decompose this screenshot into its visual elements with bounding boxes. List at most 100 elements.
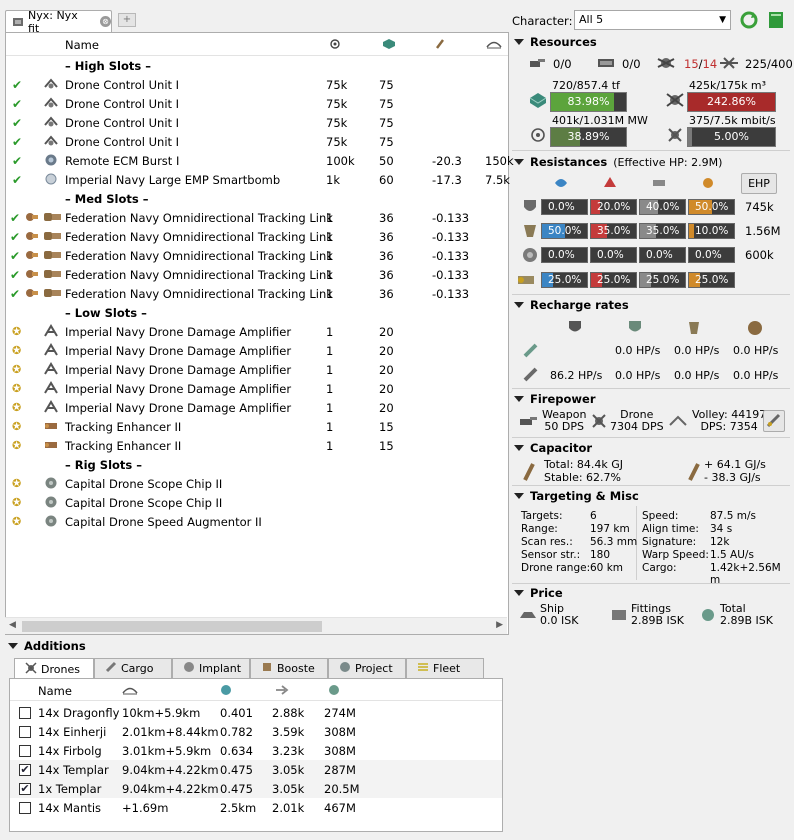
damage-pattern-button[interactable] bbox=[763, 410, 785, 432]
passive-state-icon[interactable]: ✪ bbox=[12, 382, 21, 395]
module-row[interactable]: ✔ Federation Navy Omnidirectional Trackin… bbox=[6, 284, 508, 303]
active-state-icon[interactable]: ✔ bbox=[10, 211, 20, 225]
tab-nyx-fit[interactable]: Nyx: Nyx fit ⊗ bbox=[5, 9, 112, 35]
firepower-section-title[interactable]: Firepower bbox=[514, 392, 596, 406]
scroll-left-arrow-icon[interactable]: ◀ bbox=[9, 620, 16, 630]
active-state-icon[interactable]: ✔ bbox=[12, 135, 22, 149]
tab-cargo[interactable]: Cargo bbox=[94, 658, 172, 678]
ehp-toggle-button[interactable]: EHP bbox=[741, 173, 777, 194]
module-row[interactable]: ✪ Imperial Navy Drone Damage Amplifier 1 20 bbox=[6, 360, 508, 379]
horizontal-scrollbar[interactable]: ◀ ▶ bbox=[5, 617, 507, 634]
resist-value: 0.0% bbox=[597, 249, 624, 261]
passive-state-icon[interactable]: ✪ bbox=[12, 401, 21, 414]
drone-row[interactable]: ✔ 14x Templar 9.04km+4.22km 0.475 3.05k 287M bbox=[10, 760, 502, 779]
module-row[interactable]: ✔ Drone Control Unit I 75k 75 bbox=[6, 94, 508, 113]
slot-header[interactable]: – Med Slots – bbox=[6, 189, 508, 208]
powergrid-column-icon[interactable] bbox=[382, 38, 396, 50]
module-row[interactable]: ✔ Drone Control Unit I 75k 75 bbox=[6, 75, 508, 94]
active-state-icon[interactable]: ✔ bbox=[10, 268, 20, 282]
passive-state-icon[interactable]: ✪ bbox=[12, 477, 21, 490]
skills-book-icon[interactable] bbox=[766, 10, 786, 33]
resistances-section-title[interactable]: Resistances (Effective HP: 2.9M) bbox=[514, 155, 722, 169]
drone-active-checkbox[interactable] bbox=[19, 726, 31, 738]
drone-active-checkbox[interactable] bbox=[19, 707, 31, 719]
module-row[interactable]: ✔ Remote ECM Burst I 100k 50 -20.3 150k bbox=[6, 151, 514, 170]
module-row[interactable]: ✪ Imperial Navy Drone Damage Amplifier 1 20 bbox=[6, 341, 508, 360]
drone-dps-column-icon[interactable] bbox=[275, 684, 291, 699]
active-state-icon[interactable]: ✔ bbox=[10, 249, 20, 263]
module-powergrid: 60 bbox=[379, 173, 394, 187]
drone-row[interactable]: 14x Einherji 2.01km+8.44km 0.782 3.59k 308M bbox=[10, 722, 502, 741]
passive-state-icon[interactable]: ✪ bbox=[12, 363, 21, 376]
hull-repair-icon bbox=[746, 319, 764, 340]
drone-active-checkbox[interactable] bbox=[19, 745, 31, 757]
drone-price-column-icon[interactable] bbox=[327, 684, 341, 699]
add-tab-button[interactable]: + bbox=[118, 13, 136, 27]
module-row[interactable]: ✪ Tracking Enhancer II 1 15 bbox=[6, 417, 508, 436]
module-row[interactable]: ✪ Imperial Navy Drone Damage Amplifier 1 20 bbox=[6, 322, 508, 341]
module-row[interactable]: ✪ Imperial Navy Drone Damage Amplifier 1 20 bbox=[6, 398, 508, 417]
resources-section-title[interactable]: Resources bbox=[514, 35, 597, 49]
tab-project[interactable]: Project bbox=[328, 658, 406, 678]
module-row[interactable]: ✪ Capital Drone Scope Chip II bbox=[6, 493, 508, 512]
tab-fleet[interactable]: Fleet bbox=[406, 658, 484, 678]
module-row[interactable]: ✔ Imperial Navy Large EMP Smartbomb 1k 60 -1… bbox=[6, 170, 510, 189]
module-row[interactable]: ✔ Federation Navy Omnidirectional Trackin… bbox=[6, 208, 508, 227]
capacitor-section-title[interactable]: Capacitor bbox=[514, 441, 592, 455]
resist-cell: 35.0% bbox=[590, 223, 637, 239]
scroll-right-arrow-icon[interactable]: ▶ bbox=[496, 620, 503, 630]
passive-state-icon[interactable]: ✪ bbox=[12, 439, 21, 452]
passive-state-icon[interactable]: ✪ bbox=[12, 515, 21, 528]
module-row[interactable]: ✪ Capital Drone Scope Chip II bbox=[6, 474, 508, 493]
active-state-icon[interactable]: ✔ bbox=[12, 116, 22, 130]
drone-active-checkbox[interactable]: ✔ bbox=[19, 783, 31, 795]
close-tab-icon[interactable]: ⊗ bbox=[100, 16, 111, 27]
price-section-title[interactable]: Price bbox=[514, 586, 563, 600]
module-row[interactable]: ✪ Capital Drone Speed Augmentor II bbox=[6, 512, 508, 531]
damage-amplifier-icon bbox=[43, 324, 59, 341]
character-select[interactable]: All 5 ▼ bbox=[574, 10, 731, 30]
drone-row[interactable]: 14x Firbolg 3.01km+5.9km 0.634 3.23k 308M bbox=[10, 741, 502, 760]
recharge-section-title[interactable]: Recharge rates bbox=[514, 298, 629, 312]
passive-state-icon[interactable]: ✪ bbox=[12, 420, 21, 433]
module-row[interactable]: ✪ Imperial Navy Drone Damage Amplifier 1 20 bbox=[6, 379, 508, 398]
tab-implant[interactable]: Implant bbox=[172, 658, 250, 678]
drone-row[interactable]: 14x Mantis +1.69m 2.5km 2.01k 467M bbox=[10, 798, 502, 817]
drone-active-checkbox[interactable] bbox=[19, 802, 31, 814]
refresh-icon[interactable] bbox=[739, 10, 759, 33]
cpu-column-icon[interactable] bbox=[329, 38, 341, 50]
slot-header[interactable]: – High Slots – bbox=[6, 56, 508, 75]
active-state-icon[interactable]: ✔ bbox=[12, 97, 22, 111]
column-name[interactable]: Name bbox=[65, 38, 99, 52]
active-state-icon[interactable]: ✔ bbox=[10, 230, 20, 244]
module-row[interactable]: ✔ Drone Control Unit I 75k 75 bbox=[6, 113, 508, 132]
drone-row[interactable]: 14x Dragonfly 10km+5.9km 0.401 2.88k 274M bbox=[10, 703, 502, 722]
module-row[interactable]: ✔ Federation Navy Omnidirectional Trackin… bbox=[6, 227, 508, 246]
slot-header[interactable]: – Rig Slots – bbox=[6, 455, 508, 474]
module-row[interactable]: ✔ Drone Control Unit I 75k 75 bbox=[6, 132, 508, 151]
passive-state-icon[interactable]: ✪ bbox=[12, 325, 21, 338]
module-row[interactable]: ✔ Federation Navy Omnidirectional Trackin… bbox=[6, 246, 508, 265]
capacitor-column-icon[interactable] bbox=[434, 38, 446, 50]
module-row[interactable]: ✔ Federation Navy Omnidirectional Trackin… bbox=[6, 265, 508, 284]
active-state-icon[interactable]: ✔ bbox=[12, 78, 22, 92]
module-row[interactable]: ✪ Tracking Enhancer II 1 15 bbox=[6, 436, 508, 455]
tracking-link-icon bbox=[43, 229, 63, 246]
drone-active-checkbox[interactable]: ✔ bbox=[19, 764, 31, 776]
tab-booste[interactable]: Booste bbox=[250, 658, 328, 678]
slot-header[interactable]: – Low Slots – bbox=[6, 303, 508, 322]
targeting-section-title[interactable]: Targeting & Misc bbox=[514, 489, 639, 503]
passive-state-icon[interactable]: ✪ bbox=[12, 344, 21, 357]
tab-drones[interactable]: Drones bbox=[14, 658, 94, 679]
additions-section-title[interactable]: Additions bbox=[8, 639, 86, 653]
active-state-icon[interactable]: ✔ bbox=[12, 173, 22, 187]
active-state-icon[interactable]: ✔ bbox=[10, 287, 20, 301]
passive-state-icon[interactable]: ✪ bbox=[12, 496, 21, 509]
drone-range-column-icon[interactable] bbox=[122, 684, 138, 699]
drone-speed-column-icon[interactable] bbox=[220, 684, 232, 699]
range-column-icon[interactable] bbox=[486, 38, 502, 50]
drones-column-name[interactable]: Name bbox=[38, 684, 72, 698]
drone-row[interactable]: ✔ 1x Templar 9.04km+4.22km 0.475 3.05k 20.5M bbox=[10, 779, 502, 798]
scrollbar-thumb[interactable] bbox=[22, 621, 322, 632]
active-state-icon[interactable]: ✔ bbox=[12, 154, 22, 168]
